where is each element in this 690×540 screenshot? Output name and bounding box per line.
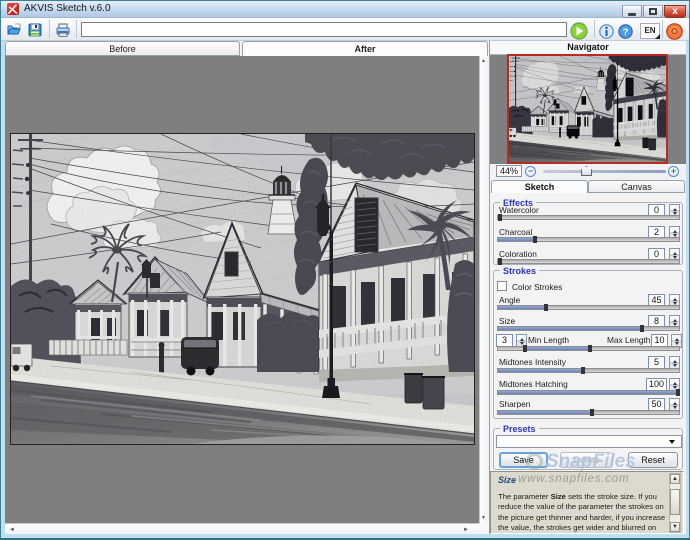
svg-text:?: ? [623,27,629,38]
